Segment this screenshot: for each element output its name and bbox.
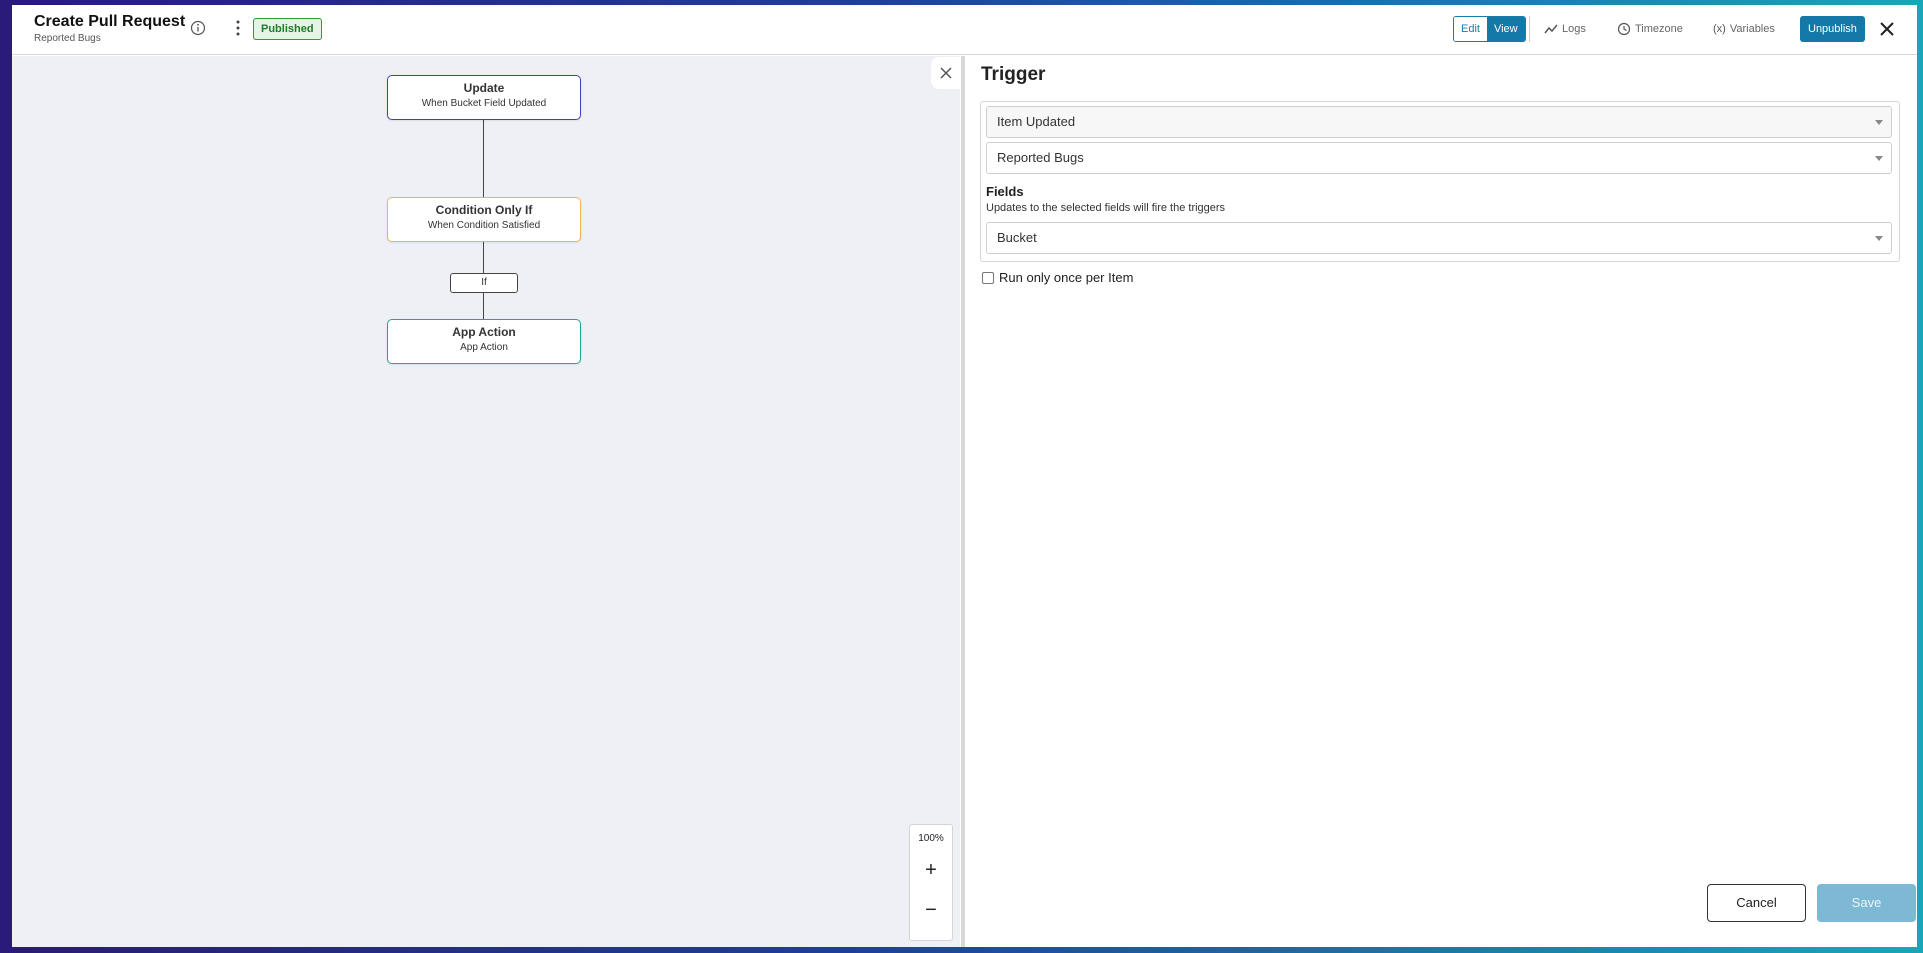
fields-help-text: Updates to the selected fields will fire…: [986, 202, 1226, 214]
run-once-option: Run only once per Item: [982, 270, 1133, 285]
zoom-in-button[interactable]: +: [910, 860, 952, 880]
chevron-down-icon: [1875, 236, 1883, 241]
timezone-button[interactable]: Timezone: [1617, 17, 1683, 41]
branch-label-if[interactable]: If: [450, 273, 518, 293]
close-icon[interactable]: [1878, 20, 1896, 38]
select-value: Item Updated: [997, 114, 1076, 129]
logs-label: Logs: [1562, 23, 1586, 35]
timezone-label: Timezone: [1635, 23, 1683, 35]
save-button[interactable]: Save: [1817, 884, 1916, 922]
view-mode-button[interactable]: View: [1486, 17, 1525, 41]
unpublish-button[interactable]: Unpublish: [1800, 16, 1865, 42]
node-title: Update: [463, 81, 505, 95]
close-icon: [940, 67, 952, 79]
close-panel-button[interactable]: [931, 57, 961, 89]
header-divider: [1529, 16, 1530, 42]
activity-icon: [1544, 24, 1558, 34]
workflow-canvas[interactable]: Update When Bucket Field Updated Conditi…: [12, 56, 960, 947]
trigger-event-select[interactable]: Item Updated: [986, 106, 1892, 138]
zoom-out-button[interactable]: −: [910, 900, 952, 920]
logs-button[interactable]: Logs: [1544, 17, 1586, 41]
node-subtitle: When Bucket Field Updated: [421, 98, 547, 109]
variable-icon: (x): [1713, 23, 1726, 35]
select-value: Reported Bugs: [997, 150, 1084, 165]
header-bar: Create Pull Request Reported Bugs Publis…: [12, 5, 1917, 55]
status-badge: Published: [253, 18, 322, 40]
condition-node[interactable]: Condition Only If When Condition Satisfi…: [387, 197, 581, 242]
page-subtitle: Reported Bugs: [34, 33, 101, 44]
trigger-panel: Trigger Item Updated Reported Bugs Field…: [961, 56, 1917, 947]
zoom-level: 100%: [918, 833, 944, 844]
connector-line: [483, 293, 484, 319]
more-options-icon[interactable]: [230, 19, 246, 37]
fields-select[interactable]: Bucket: [986, 222, 1892, 254]
run-once-checkbox[interactable]: [982, 271, 994, 284]
select-value: Bucket: [997, 230, 1037, 245]
info-icon[interactable]: [190, 20, 206, 36]
page-title: Create Pull Request: [34, 13, 186, 30]
connector-line: [483, 242, 484, 273]
run-once-label: Run only once per Item: [999, 270, 1134, 285]
cancel-button[interactable]: Cancel: [1707, 884, 1806, 922]
chevron-down-icon: [1875, 156, 1883, 161]
trigger-node-update[interactable]: Update When Bucket Field Updated: [387, 75, 581, 120]
app-action-node[interactable]: App Action App Action: [387, 319, 581, 364]
connector-line: [483, 120, 484, 197]
chevron-down-icon: [1875, 120, 1883, 125]
variables-label: Variables: [1729, 23, 1775, 35]
app-window: Create Pull Request Reported Bugs Publis…: [12, 5, 1917, 947]
zoom-control: 100% + −: [909, 824, 953, 941]
mode-toggle: Edit View: [1453, 16, 1526, 42]
node-title: App Action: [452, 325, 516, 339]
node-title: Condition Only If: [435, 203, 533, 217]
clock-icon: [1617, 22, 1631, 36]
trigger-settings-box: Item Updated Reported Bugs Fields Update…: [980, 101, 1900, 262]
trigger-source-select[interactable]: Reported Bugs: [986, 142, 1892, 174]
variables-button[interactable]: (x) Variables: [1713, 17, 1775, 41]
fields-label: Fields: [986, 184, 1024, 199]
node-subtitle: App Action: [460, 342, 508, 353]
panel-title: Trigger: [981, 64, 1046, 85]
node-subtitle: When Condition Satisfied: [427, 220, 541, 231]
edit-mode-button[interactable]: Edit: [1454, 17, 1487, 41]
